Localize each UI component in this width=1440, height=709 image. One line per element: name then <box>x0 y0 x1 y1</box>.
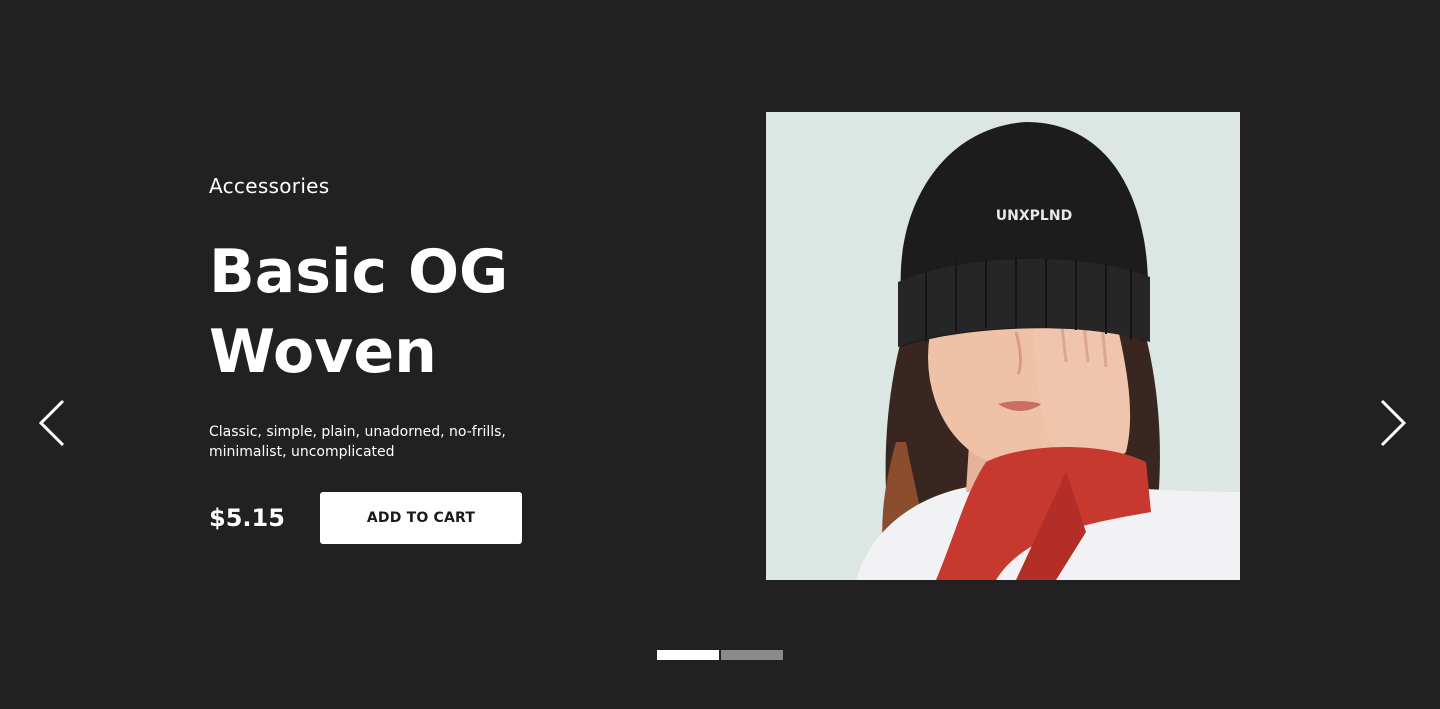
product-description: Classic, simple, plain, unadorned, no-fr… <box>209 424 506 460</box>
product-photo-illustration: UNXPLND <box>766 112 1240 580</box>
pagination-dot-1[interactable] <box>657 650 719 660</box>
product-image: UNXPLND <box>766 112 1240 580</box>
pagination-dot-2[interactable] <box>721 650 783 660</box>
product-price: $5.15 <box>209 504 285 532</box>
chevron-left-icon <box>38 399 65 447</box>
product-carousel: Accessories Basic OG Woven Classic, simp… <box>0 0 1440 709</box>
product-category: Accessories <box>209 174 330 198</box>
add-to-cart-button[interactable]: ADD TO CART <box>320 492 522 544</box>
chevron-right-icon <box>1380 399 1407 447</box>
beanie-label: UNXPLND <box>996 208 1072 224</box>
product-title: Basic OG Woven <box>209 237 509 387</box>
next-slide-button[interactable] <box>1378 398 1408 448</box>
carousel-pagination <box>657 650 783 660</box>
prev-slide-button[interactable] <box>37 398 67 448</box>
